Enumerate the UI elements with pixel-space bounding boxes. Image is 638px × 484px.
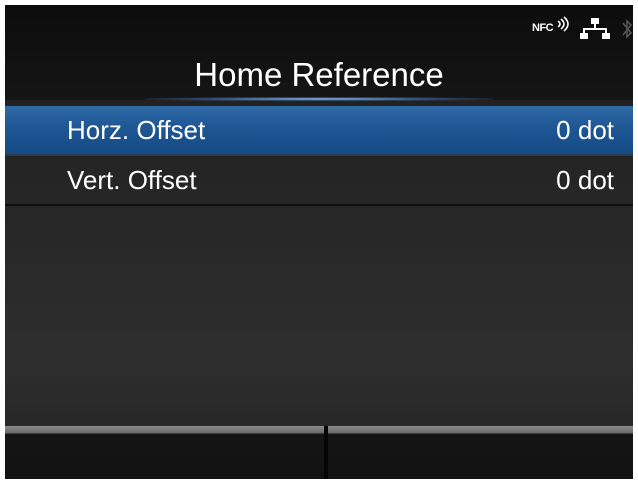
setting-label: Vert. Offset: [67, 165, 197, 195]
nfc-icon: [557, 16, 569, 32]
setting-value: 0 dot: [556, 165, 614, 195]
setting-label: Horz. Offset: [67, 115, 206, 145]
page-title: Home Reference: [194, 56, 444, 93]
setting-row-vert-offset[interactable]: Vert. Offset 0 dot: [5, 156, 633, 206]
softkey-bar: [5, 426, 633, 479]
setting-row-horz-offset[interactable]: Horz. Offset 0 dot: [5, 106, 633, 156]
nfc-label: NFC: [532, 22, 554, 34]
title-underline: [145, 97, 493, 101]
settings-list: Horz. Offset 0 dot Vert. Offset 0 dot: [5, 106, 633, 206]
setting-value: 0 dot: [556, 115, 614, 145]
bluetooth-icon: [622, 19, 633, 39]
network-icon: [580, 18, 610, 39]
printer-display: NFC Home Reference Horz. Offset 0 dot Ve…: [5, 5, 633, 479]
right-softkey[interactable]: [328, 426, 633, 479]
header-bar: NFC Home Reference: [5, 5, 633, 101]
softkey-divider: [324, 426, 328, 479]
left-softkey[interactable]: [5, 426, 324, 479]
